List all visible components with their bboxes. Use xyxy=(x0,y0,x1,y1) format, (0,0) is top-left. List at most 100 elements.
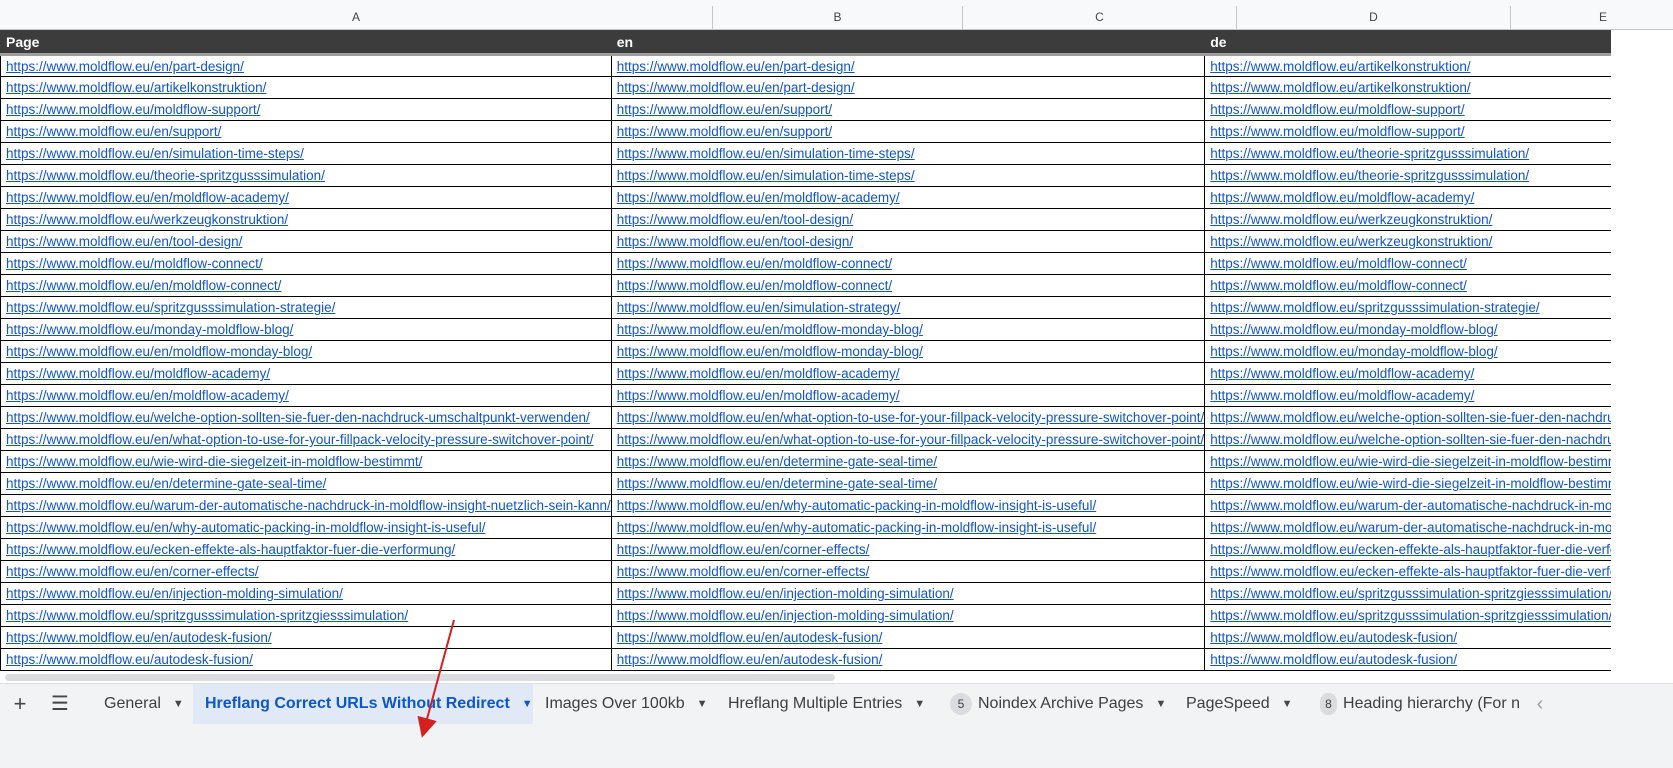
tab-general[interactable]: General▼ xyxy=(92,684,195,724)
cell-en[interactable]: https://www.moldflow.eu/en/moldflow-mond… xyxy=(611,341,1204,363)
cell-page[interactable]: https://www.moldflow.eu/en/moldflow-conn… xyxy=(1,275,612,297)
cell-de[interactable]: https://www.moldflow.eu/wie-wird-die-sie… xyxy=(1205,473,1673,495)
column-header-e[interactable]: E xyxy=(1511,6,1611,29)
cell-page[interactable]: https://www.moldflow.eu/warum-der-automa… xyxy=(1,495,612,517)
tab-images-over-100kb[interactable]: Images Over 100kb▼ xyxy=(533,684,716,724)
caret-down-icon[interactable]: ▼ xyxy=(1282,698,1293,710)
cell-page[interactable]: https://www.moldflow.eu/artikelkonstrukt… xyxy=(1,77,612,99)
cell-de[interactable]: https://www.moldflow.eu/werkzeugkonstruk… xyxy=(1205,209,1673,231)
header-cell-page[interactable]: Page xyxy=(1,31,612,55)
cell-en[interactable]: https://www.moldflow.eu/en/moldflow-acad… xyxy=(611,363,1204,385)
cell-de[interactable]: https://www.moldflow.eu/moldflow-academy… xyxy=(1205,187,1673,209)
cell-page[interactable]: https://www.moldflow.eu/wie-wird-die-sie… xyxy=(1,451,612,473)
cell-en[interactable]: https://www.moldflow.eu/en/simulation-ti… xyxy=(611,165,1204,187)
cell-page[interactable]: https://www.moldflow.eu/werkzeugkonstruk… xyxy=(1,209,612,231)
cell-de[interactable]: https://www.moldflow.eu/wie-wird-die-sie… xyxy=(1205,451,1673,473)
cell-page[interactable]: https://www.moldflow.eu/en/injection-mol… xyxy=(1,583,612,605)
cell-page[interactable]: https://www.moldflow.eu/en/part-design/ xyxy=(1,55,612,77)
cell-de[interactable]: https://www.moldflow.eu/moldflow-academy… xyxy=(1205,363,1673,385)
cell-de[interactable]: https://www.moldflow.eu/autodesk-fusion/ xyxy=(1205,649,1673,671)
empty-column-e[interactable] xyxy=(1611,30,1673,715)
cell-page[interactable]: https://www.moldflow.eu/moldflow-academy… xyxy=(1,363,612,385)
cell-en[interactable]: https://www.moldflow.eu/en/part-design/ xyxy=(611,77,1204,99)
cell-page[interactable]: https://www.moldflow.eu/en/what-option-t… xyxy=(1,429,612,451)
cell-page[interactable]: https://www.moldflow.eu/en/simulation-ti… xyxy=(1,143,612,165)
cell-de[interactable]: https://www.moldflow.eu/spritzgusssimula… xyxy=(1205,605,1673,627)
cell-de[interactable]: https://www.moldflow.eu/moldflow-support… xyxy=(1205,121,1673,143)
cell-de[interactable]: https://www.moldflow.eu/warum-der-automa… xyxy=(1205,495,1673,517)
cell-page[interactable]: https://www.moldflow.eu/spritzgusssimula… xyxy=(1,605,612,627)
tab-noindex-archive-pages[interactable]: 5Noindex Archive Pages▼ xyxy=(938,684,1174,724)
horizontal-scrollbar[interactable] xyxy=(0,671,1673,683)
caret-down-icon[interactable]: ▼ xyxy=(1155,698,1166,710)
cell-de[interactable]: https://www.moldflow.eu/werkzeugkonstruk… xyxy=(1205,231,1673,253)
cell-de[interactable]: https://www.moldflow.eu/monday-moldflow-… xyxy=(1205,341,1673,363)
cell-en[interactable]: https://www.moldflow.eu/en/moldflow-conn… xyxy=(611,253,1204,275)
cell-page[interactable]: https://www.moldflow.eu/en/moldflow-mond… xyxy=(1,341,612,363)
column-header-b[interactable]: B xyxy=(713,6,963,29)
tab-hreflang-correct-urls-without-redirect[interactable]: Hreflang Correct URLs Without Redirect▼ xyxy=(193,684,533,724)
cell-en[interactable]: https://www.moldflow.eu/en/why-automatic… xyxy=(611,517,1204,539)
cell-page[interactable]: https://www.moldflow.eu/welche-option-so… xyxy=(1,407,612,429)
cell-en[interactable]: https://www.moldflow.eu/en/support/ xyxy=(611,99,1204,121)
cell-en[interactable]: https://www.moldflow.eu/en/moldflow-mond… xyxy=(611,319,1204,341)
chevron-left-icon[interactable]: ‹ xyxy=(1520,684,1560,724)
cell-en[interactable]: https://www.moldflow.eu/en/autodesk-fusi… xyxy=(611,649,1204,671)
cell-en[interactable]: https://www.moldflow.eu/en/corner-effect… xyxy=(611,539,1204,561)
cell-de[interactable]: https://www.moldflow.eu/theorie-spritzgu… xyxy=(1205,165,1673,187)
cell-de[interactable]: https://www.moldflow.eu/artikelkonstrukt… xyxy=(1205,77,1673,99)
cell-page[interactable]: https://www.moldflow.eu/en/moldflow-acad… xyxy=(1,187,612,209)
caret-down-icon[interactable]: ▼ xyxy=(914,698,925,710)
header-cell-en[interactable]: en xyxy=(611,31,1204,55)
cell-de[interactable]: https://www.moldflow.eu/monday-moldflow-… xyxy=(1205,319,1673,341)
cell-de[interactable]: https://www.moldflow.eu/moldflow-connect… xyxy=(1205,253,1673,275)
cell-en[interactable]: https://www.moldflow.eu/en/determine-gat… xyxy=(611,473,1204,495)
cell-de[interactable]: https://www.moldflow.eu/welche-option-so… xyxy=(1205,407,1673,429)
cell-page[interactable]: https://www.moldflow.eu/theorie-spritzgu… xyxy=(1,165,612,187)
cell-de[interactable]: https://www.moldflow.eu/moldflow-academy… xyxy=(1205,385,1673,407)
cell-en[interactable]: https://www.moldflow.eu/en/moldflow-conn… xyxy=(611,275,1204,297)
cell-de[interactable]: https://www.moldflow.eu/moldflow-support… xyxy=(1205,99,1673,121)
spreadsheet-grid[interactable]: A B C D E Page en de x-default https://w… xyxy=(0,0,1673,715)
scrollbar-thumb[interactable] xyxy=(5,674,835,681)
cell-de[interactable]: https://www.moldflow.eu/artikelkonstrukt… xyxy=(1205,55,1673,77)
cell-en[interactable]: https://www.moldflow.eu/en/tool-design/ xyxy=(611,209,1204,231)
cell-page[interactable]: https://www.moldflow.eu/moldflow-connect… xyxy=(1,253,612,275)
cell-page[interactable]: https://www.moldflow.eu/en/autodesk-fusi… xyxy=(1,627,612,649)
cell-de[interactable]: https://www.moldflow.eu/moldflow-connect… xyxy=(1205,275,1673,297)
column-header-d[interactable]: D xyxy=(1237,6,1511,29)
caret-down-icon[interactable]: ▼ xyxy=(173,698,184,710)
cell-de[interactable]: https://www.moldflow.eu/welche-option-so… xyxy=(1205,429,1673,451)
cell-en[interactable]: https://www.moldflow.eu/en/injection-mol… xyxy=(611,605,1204,627)
cell-page[interactable]: https://www.moldflow.eu/ecken-effekte-al… xyxy=(1,539,612,561)
cell-page[interactable]: https://www.moldflow.eu/en/moldflow-acad… xyxy=(1,385,612,407)
tab-heading-hierarchy-for-n[interactable]: 8Heading hierarchy (For n xyxy=(1308,684,1520,724)
cell-en[interactable]: https://www.moldflow.eu/en/autodesk-fusi… xyxy=(611,627,1204,649)
cell-page[interactable]: https://www.moldflow.eu/en/why-automatic… xyxy=(1,517,612,539)
plus-icon[interactable]: + xyxy=(0,684,40,724)
cell-page[interactable]: https://www.moldflow.eu/moldflow-support… xyxy=(1,99,612,121)
menu-icon[interactable]: ☰ xyxy=(40,684,80,724)
tab-hreflang-multiple-entries[interactable]: Hreflang Multiple Entries▼ xyxy=(716,684,938,724)
column-header-c[interactable]: C xyxy=(963,6,1237,29)
tab-pagespeed[interactable]: PageSpeed▼ xyxy=(1174,684,1308,724)
cell-de[interactable]: https://www.moldflow.eu/ecken-effekte-al… xyxy=(1205,539,1673,561)
cell-de[interactable]: https://www.moldflow.eu/autodesk-fusion/ xyxy=(1205,627,1673,649)
cell-en[interactable]: https://www.moldflow.eu/en/what-option-t… xyxy=(611,429,1204,451)
cell-en[interactable]: https://www.moldflow.eu/en/what-option-t… xyxy=(611,407,1204,429)
caret-down-icon[interactable]: ▼ xyxy=(522,698,533,710)
cell-en[interactable]: https://www.moldflow.eu/en/part-design/ xyxy=(611,55,1204,77)
cell-en[interactable]: https://www.moldflow.eu/en/determine-gat… xyxy=(611,451,1204,473)
cell-de[interactable]: https://www.moldflow.eu/spritzgusssimula… xyxy=(1205,297,1673,319)
caret-down-icon[interactable]: ▼ xyxy=(697,698,708,710)
cell-de[interactable]: https://www.moldflow.eu/ecken-effekte-al… xyxy=(1205,561,1673,583)
cell-page[interactable]: https://www.moldflow.eu/en/corner-effect… xyxy=(1,561,612,583)
cell-page[interactable]: https://www.moldflow.eu/monday-moldflow-… xyxy=(1,319,612,341)
cell-en[interactable]: https://www.moldflow.eu/en/why-automatic… xyxy=(611,495,1204,517)
cell-en[interactable]: https://www.moldflow.eu/en/corner-effect… xyxy=(611,561,1204,583)
cell-en[interactable]: https://www.moldflow.eu/en/moldflow-acad… xyxy=(611,187,1204,209)
cell-page[interactable]: https://www.moldflow.eu/spritzgusssimula… xyxy=(1,297,612,319)
cell-page[interactable]: https://www.moldflow.eu/en/determine-gat… xyxy=(1,473,612,495)
cell-en[interactable]: https://www.moldflow.eu/en/simulation-st… xyxy=(611,297,1204,319)
cell-de[interactable]: https://www.moldflow.eu/theorie-spritzgu… xyxy=(1205,143,1673,165)
